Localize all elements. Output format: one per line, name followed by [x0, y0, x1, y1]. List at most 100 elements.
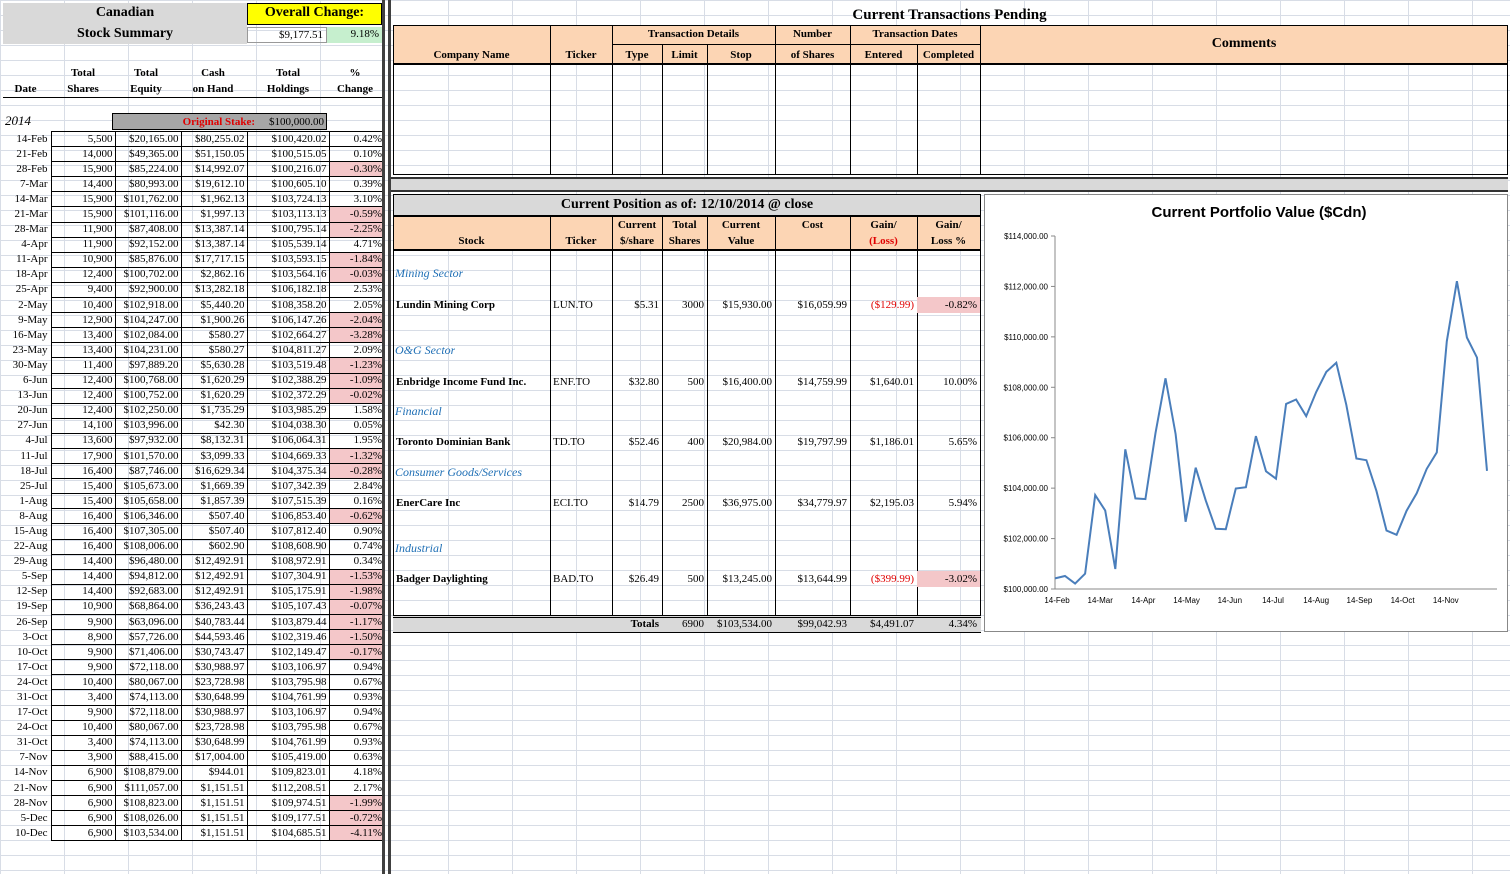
row-total-shares[interactable]: 11,900 — [50, 221, 116, 238]
row-total-shares[interactable]: 12,400 — [50, 402, 116, 419]
row-change[interactable]: 0.94% — [328, 704, 384, 721]
row-change[interactable]: 0.05% — [328, 417, 384, 434]
row-change[interactable]: -0.59% — [328, 206, 384, 223]
row-total-shares[interactable]: 6,900 — [50, 764, 116, 782]
row-total-equity[interactable]: $103,534.00 — [114, 825, 182, 842]
row-total-shares[interactable]: 15,400 — [50, 493, 116, 510]
row-total-equity[interactable]: $63,096.00 — [114, 613, 182, 631]
stock-price[interactable]: $32.80 — [612, 374, 662, 390]
row-change[interactable]: 1.58% — [328, 402, 384, 419]
row-holdings[interactable]: $103,106.97 — [246, 659, 330, 676]
row-holdings[interactable]: $103,795.98 — [246, 719, 330, 736]
row-change[interactable]: 0.16% — [328, 493, 384, 510]
row-cash[interactable]: $12,492.91 — [180, 583, 248, 600]
row-change[interactable]: -1.50% — [328, 629, 384, 646]
row-holdings[interactable]: $106,182.18 — [246, 281, 330, 299]
row-holdings[interactable]: $100,515.05 — [246, 146, 330, 163]
row-cash[interactable]: $12,492.91 — [180, 553, 248, 570]
totals-value[interactable]: $103,534.00 — [707, 617, 775, 631]
stock-shares[interactable]: 500 — [662, 374, 707, 390]
row-change[interactable]: -3.28% — [328, 327, 384, 344]
row-change[interactable]: 0.93% — [328, 734, 384, 751]
row-holdings[interactable]: $112,208.51 — [246, 780, 330, 797]
row-total-shares[interactable]: 12,400 — [50, 387, 116, 404]
row-holdings[interactable]: $103,593.15 — [246, 251, 330, 268]
row-change[interactable]: 3.10% — [328, 191, 384, 208]
row-total-equity[interactable]: $102,250.00 — [114, 402, 182, 419]
stock-price[interactable]: $26.49 — [612, 571, 662, 587]
row-total-equity[interactable]: $108,879.00 — [114, 764, 182, 782]
row-change[interactable]: 2.17% — [328, 780, 384, 797]
row-total-shares[interactable]: 10,400 — [50, 297, 116, 314]
row-cash[interactable]: $30,648.99 — [180, 689, 248, 706]
stock-value[interactable]: $36,975.00 — [707, 495, 775, 511]
row-cash[interactable]: $1,151.51 — [180, 780, 248, 797]
stock-name[interactable]: Lundin Mining Corp — [393, 297, 550, 313]
row-total-shares[interactable]: 14,400 — [50, 176, 116, 193]
row-holdings[interactable]: $102,319.46 — [246, 629, 330, 646]
row-cash[interactable]: $3,099.33 — [180, 447, 248, 465]
row-change[interactable]: 0.94% — [328, 659, 384, 676]
row-cash[interactable]: $42.30 — [180, 417, 248, 434]
stock-ticker[interactable]: BAD.TO — [550, 571, 612, 587]
stock-gain[interactable]: $1,186.01 — [850, 434, 917, 450]
row-total-shares[interactable]: 12,400 — [50, 372, 116, 389]
row-total-equity[interactable]: $92,900.00 — [114, 281, 182, 299]
row-holdings[interactable]: $105,107.43 — [246, 598, 330, 616]
row-change[interactable]: -1.17% — [328, 613, 384, 631]
row-cash[interactable]: $36,243.43 — [180, 598, 248, 616]
row-cash[interactable]: $23,728.98 — [180, 719, 248, 736]
row-total-equity[interactable]: $101,116.00 — [114, 206, 182, 223]
row-cash[interactable]: $1,151.51 — [180, 825, 248, 842]
row-holdings[interactable]: $104,685.51 — [246, 825, 330, 842]
row-holdings[interactable]: $104,038.30 — [246, 417, 330, 434]
row-change[interactable]: 0.67% — [328, 719, 384, 736]
row-total-equity[interactable]: $80,067.00 — [114, 674, 182, 691]
row-holdings[interactable]: $102,664.27 — [246, 327, 330, 344]
stock-price[interactable]: $5.31 — [612, 297, 662, 313]
row-holdings[interactable]: $104,761.99 — [246, 734, 330, 751]
row-total-equity[interactable]: $72,118.00 — [114, 659, 182, 676]
row-change[interactable]: -0.30% — [328, 161, 384, 178]
row-holdings[interactable]: $108,608.90 — [246, 538, 330, 555]
row-total-shares[interactable]: 15,900 — [50, 191, 116, 208]
row-total-equity[interactable]: $107,305.00 — [114, 523, 182, 540]
row-change[interactable]: 4.18% — [328, 764, 384, 782]
row-holdings[interactable]: $104,811.27 — [246, 342, 330, 359]
row-holdings[interactable]: $104,375.34 — [246, 463, 330, 480]
row-total-equity[interactable]: $92,152.00 — [114, 236, 182, 253]
row-total-equity[interactable]: $104,247.00 — [114, 312, 182, 329]
row-cash[interactable]: $30,648.99 — [180, 734, 248, 751]
stock-ticker[interactable]: ECI.TO — [550, 495, 612, 511]
row-holdings[interactable]: $104,669.33 — [246, 447, 330, 465]
row-total-shares[interactable]: 12,900 — [50, 312, 116, 329]
row-total-equity[interactable]: $108,026.00 — [114, 810, 182, 827]
row-cash[interactable]: $16,629.34 — [180, 463, 248, 480]
row-holdings[interactable]: $100,605.10 — [246, 176, 330, 193]
row-total-equity[interactable]: $102,084.00 — [114, 327, 182, 344]
row-cash[interactable]: $507.40 — [180, 508, 248, 525]
row-total-shares[interactable]: 15,900 — [50, 206, 116, 223]
row-cash[interactable]: $8,132.31 — [180, 432, 248, 449]
stock-cost[interactable]: $34,779.97 — [775, 495, 850, 511]
row-cash[interactable]: $13,387.14 — [180, 236, 248, 253]
row-total-equity[interactable]: $108,006.00 — [114, 538, 182, 555]
row-holdings[interactable]: $109,177.51 — [246, 810, 330, 827]
row-cash[interactable]: $5,440.20 — [180, 297, 248, 314]
row-change[interactable]: 2.05% — [328, 297, 384, 314]
row-holdings[interactable]: $102,149.47 — [246, 644, 330, 661]
row-holdings[interactable]: $103,564.16 — [246, 266, 330, 283]
row-total-equity[interactable]: $101,762.00 — [114, 191, 182, 208]
totals-gain[interactable]: $4,491.07 — [850, 617, 917, 631]
row-total-shares[interactable]: 3,400 — [50, 689, 116, 706]
row-change[interactable]: 0.63% — [328, 749, 384, 766]
row-total-shares[interactable]: 13,600 — [50, 432, 116, 449]
row-cash[interactable]: $1,962.13 — [180, 191, 248, 208]
row-change[interactable]: 0.34% — [328, 553, 384, 570]
row-change[interactable]: -4.11% — [328, 825, 384, 842]
row-total-equity[interactable]: $57,726.00 — [114, 629, 182, 646]
row-total-shares[interactable]: 10,400 — [50, 719, 116, 736]
row-cash[interactable]: $17,004.00 — [180, 749, 248, 766]
stock-value[interactable]: $13,245.00 — [707, 571, 775, 587]
row-total-equity[interactable]: $85,224.00 — [114, 161, 182, 178]
